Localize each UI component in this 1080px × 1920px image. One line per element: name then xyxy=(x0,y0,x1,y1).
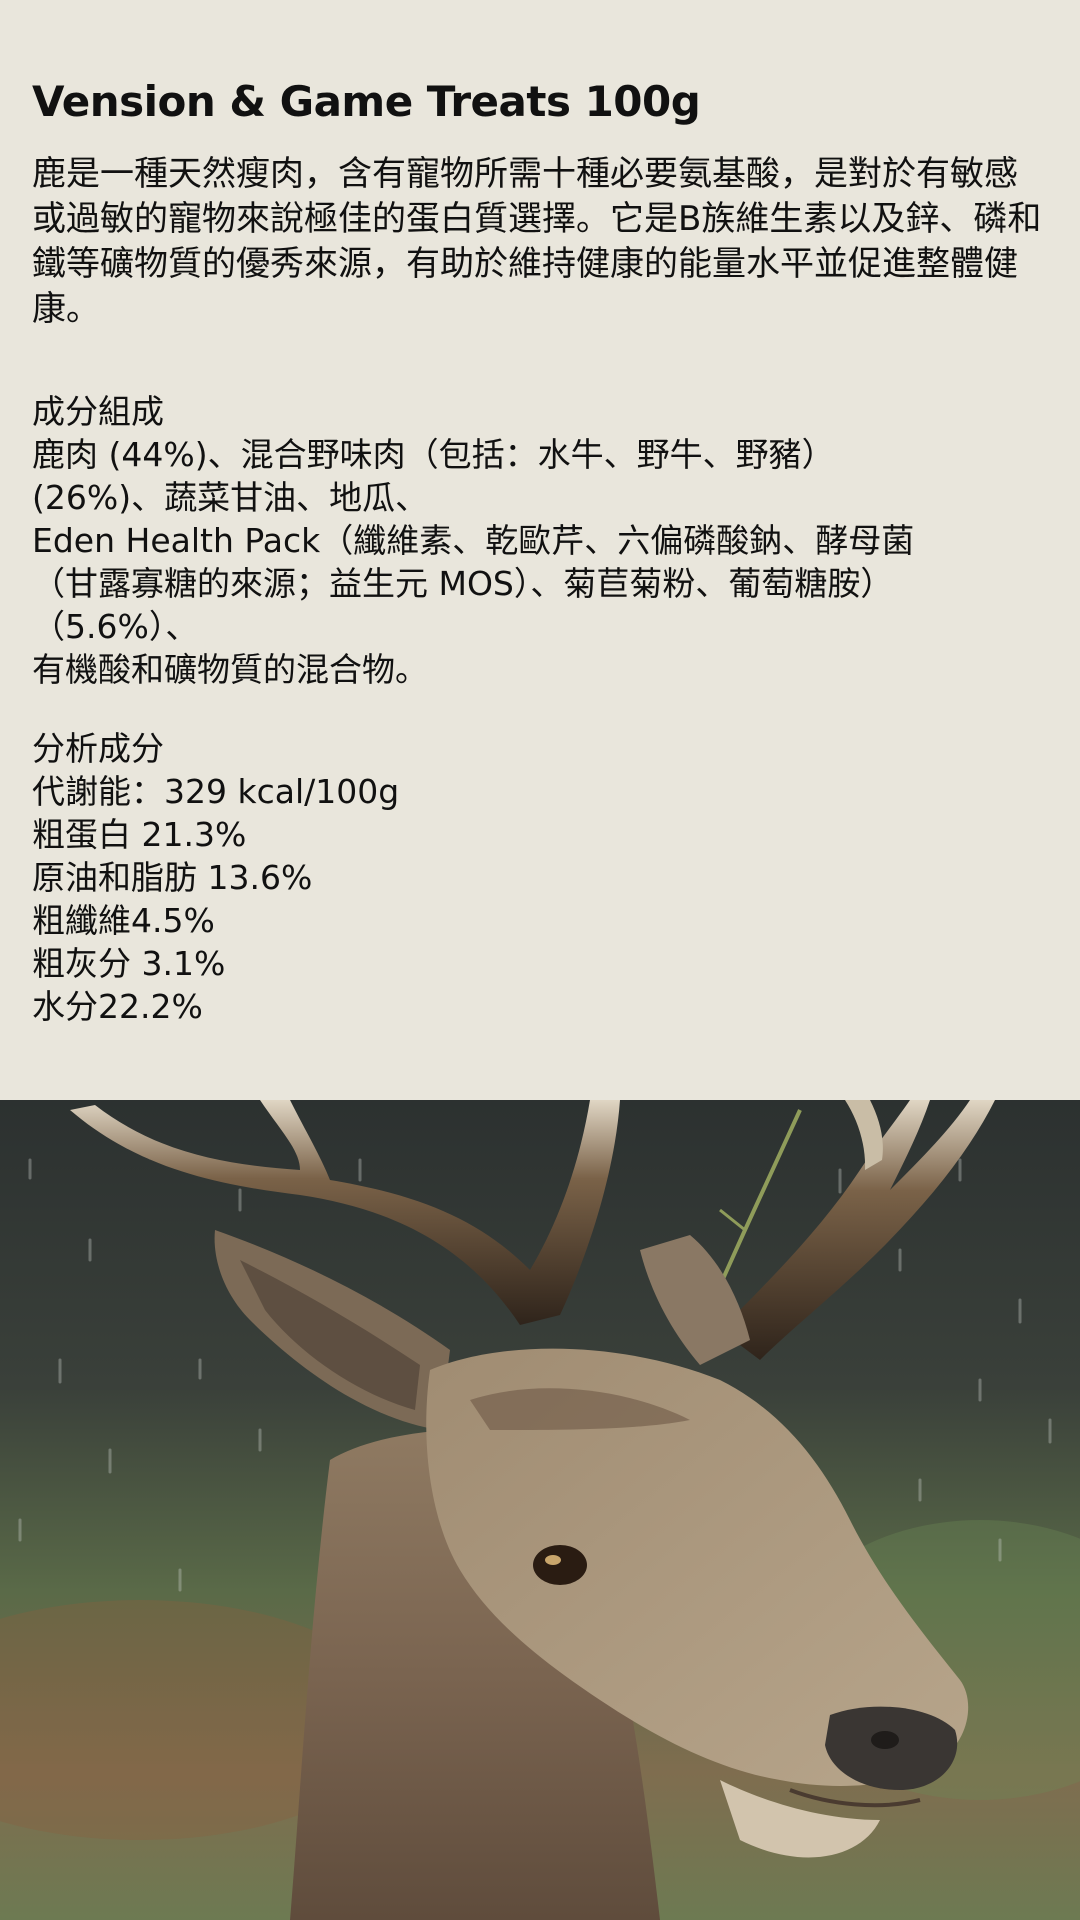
ingredients-line: (26%)、蔬菜甘油、地瓜、 xyxy=(32,478,429,517)
ingredients-line: 鹿肉 (44%)、混合野味肉（包括：水牛、野牛、野豬） xyxy=(32,435,835,474)
product-info: Vension & Game Treats 100g 鹿是一種天然瘦肉，含有寵物… xyxy=(32,70,1048,1028)
deer-photo xyxy=(0,1100,1080,1920)
analysis-section: 分析成分 代謝能：329 kcal/100g 粗蛋白 21.3% 原油和脂肪 1… xyxy=(32,727,1048,1028)
analysis-heading: 分析成分 xyxy=(32,729,164,768)
ingredients-line: （5.6%）、 xyxy=(32,607,199,646)
analysis-line-protein: 粗蛋白 21.3% xyxy=(32,815,247,854)
ingredients-line: 有機酸和礦物質的混合物。 xyxy=(32,650,428,689)
analysis-line-fat: 原油和脂肪 13.6% xyxy=(32,858,313,897)
analysis-line-ash: 粗灰分 3.1% xyxy=(32,944,226,983)
analysis-line-moisture: 水分22.2% xyxy=(32,987,203,1026)
analysis-line-fibre: 粗纖維4.5% xyxy=(32,901,215,940)
product-page: Vension & Game Treats 100g 鹿是一種天然瘦肉，含有寵物… xyxy=(0,0,1080,1920)
ingredients-section: 成分組成 鹿肉 (44%)、混合野味肉（包括：水牛、野牛、野豬） (26%)、蔬… xyxy=(32,390,1048,691)
ingredients-line: （甘露寡糖的來源；益生元 MOS）、菊苣菊粉、葡萄糖胺） xyxy=(32,564,894,603)
product-description: 鹿是一種天然瘦肉，含有寵物所需十種必要氨基酸，是對於有敏感或過敏的寵物來說極佳的… xyxy=(32,154,1042,329)
ingredients-heading: 成分組成 xyxy=(32,392,164,431)
deer-illustration xyxy=(0,1100,1080,1920)
ingredients-line: Eden Health Pack（纖維素、乾歐芹、六偏磷酸鈉、酵母菌 xyxy=(32,521,915,560)
analysis-line-energy: 代謝能：329 kcal/100g xyxy=(32,772,400,811)
product-title: Vension & Game Treats 100g xyxy=(32,77,701,126)
